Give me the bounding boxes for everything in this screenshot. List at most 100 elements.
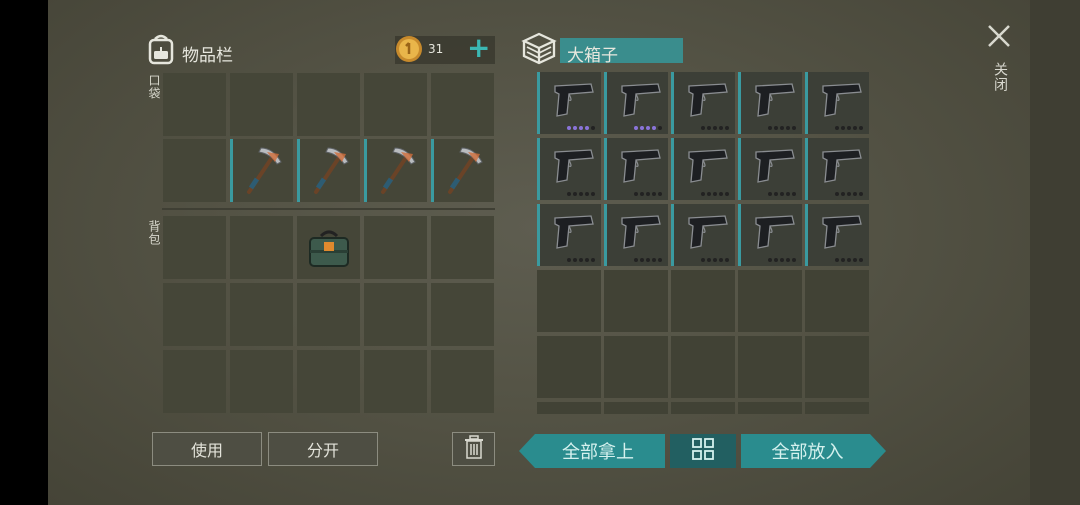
quality-dots	[835, 126, 863, 130]
container-slot[interactable]	[805, 204, 869, 266]
trash-button[interactable]	[452, 432, 495, 466]
container-slot[interactable]	[604, 72, 668, 134]
container-slot[interactable]	[671, 336, 735, 398]
pistol-icon	[748, 210, 798, 258]
hotbar-slot[interactable]	[364, 139, 427, 202]
pocket-slot[interactable]	[364, 73, 427, 136]
quality-dots	[768, 126, 796, 130]
container-slot[interactable]	[604, 402, 668, 414]
quality-dots	[701, 192, 729, 196]
container-slot[interactable]	[805, 336, 869, 398]
pocket-slot[interactable]	[431, 73, 494, 136]
backpack-slot[interactable]	[431, 283, 494, 346]
backpack-slot[interactable]	[431, 216, 494, 279]
backpack-slot[interactable]	[163, 216, 226, 279]
crate-icon	[521, 30, 557, 66]
pistol-icon	[815, 144, 865, 192]
sort-button[interactable]	[670, 434, 736, 468]
container-slot[interactable]	[537, 204, 601, 266]
backpack-slot[interactable]	[297, 350, 360, 413]
container-slot[interactable]	[738, 270, 802, 332]
container-slot[interactable]	[537, 336, 601, 398]
pistol-icon	[815, 78, 865, 126]
container-slot[interactable]	[604, 138, 668, 200]
pistol-icon	[547, 210, 597, 258]
quality-dots	[701, 258, 729, 262]
quality-dots	[701, 126, 729, 130]
container-slot[interactable]	[537, 270, 601, 332]
container-slot[interactable]	[537, 72, 601, 134]
container-slot[interactable]	[738, 204, 802, 266]
pickaxe-icon	[302, 142, 358, 202]
container-slot[interactable]	[671, 270, 735, 332]
container-slot[interactable]	[738, 72, 802, 134]
pistol-icon	[748, 78, 798, 126]
backpack-slot[interactable]	[230, 283, 293, 346]
pickaxe-icon	[436, 142, 492, 202]
container-slot[interactable]	[805, 270, 869, 332]
pistol-icon	[681, 78, 731, 126]
quality-dots	[567, 126, 595, 130]
backpack-slot[interactable]	[297, 216, 360, 279]
pickaxe-icon	[369, 142, 425, 202]
container-slot[interactable]	[604, 336, 668, 398]
container-slot[interactable]	[604, 204, 668, 266]
backpack-slot[interactable]	[163, 350, 226, 413]
pickaxe-icon	[235, 142, 291, 202]
pistol-icon	[547, 144, 597, 192]
hotbar-slot[interactable]	[230, 139, 293, 202]
quality-dots	[567, 192, 595, 196]
take-all-button[interactable]: 全部拿上	[519, 434, 665, 468]
quality-dots	[567, 258, 595, 262]
container-slot[interactable]	[738, 402, 802, 414]
backpack-slot[interactable]	[163, 283, 226, 346]
container-slot[interactable]	[671, 138, 735, 200]
pocket-slot[interactable]	[230, 73, 293, 136]
pistol-icon	[547, 78, 597, 126]
coin-icon	[394, 33, 424, 65]
container-slot[interactable]	[805, 72, 869, 134]
quality-dots	[634, 192, 662, 196]
backpack-slot[interactable]	[297, 283, 360, 346]
container-slot[interactable]	[537, 138, 601, 200]
pistol-icon	[681, 210, 731, 258]
use-button[interactable]: 使用	[152, 432, 262, 466]
container-slot[interactable]	[738, 336, 802, 398]
close-icon[interactable]	[987, 24, 1011, 48]
inventory-title: 物品栏	[182, 46, 233, 66]
container-slot[interactable]	[738, 138, 802, 200]
backpack-slot[interactable]	[364, 283, 427, 346]
hotbar-slot[interactable]	[297, 139, 360, 202]
container-slot[interactable]	[671, 204, 735, 266]
container-slot[interactable]	[805, 402, 869, 414]
hotbar-slot[interactable]	[431, 139, 494, 202]
container-slot[interactable]	[805, 138, 869, 200]
backpack-label: 背包	[147, 220, 161, 246]
container-slot[interactable]	[671, 72, 735, 134]
coin-count: 31	[428, 42, 444, 56]
pistol-icon	[614, 78, 664, 126]
container-slot[interactable]	[537, 402, 601, 414]
trash-icon	[464, 435, 484, 463]
container-slot[interactable]	[671, 402, 735, 414]
add-coins-button[interactable]: +	[467, 33, 490, 63]
pocket-slot[interactable]	[297, 73, 360, 136]
quality-dots	[835, 258, 863, 262]
pocket-slot[interactable]	[163, 73, 226, 136]
quality-dots	[835, 192, 863, 196]
put-all-button[interactable]: 全部放入	[741, 434, 886, 468]
close-label[interactable]: 关闭	[990, 62, 1010, 92]
container-title: 大箱子	[567, 46, 618, 66]
backpack-slot[interactable]	[364, 350, 427, 413]
backpack-slot[interactable]	[431, 350, 494, 413]
backpack-slot[interactable]	[364, 216, 427, 279]
backpack-slot[interactable]	[230, 350, 293, 413]
backpack-slot[interactable]	[230, 216, 293, 279]
quality-dots	[768, 192, 796, 196]
quality-dots	[634, 258, 662, 262]
pistol-icon	[815, 210, 865, 258]
hotbar-slot[interactable]	[163, 139, 226, 202]
quality-dots	[634, 126, 662, 130]
split-button[interactable]: 分开	[268, 432, 378, 466]
container-slot[interactable]	[604, 270, 668, 332]
